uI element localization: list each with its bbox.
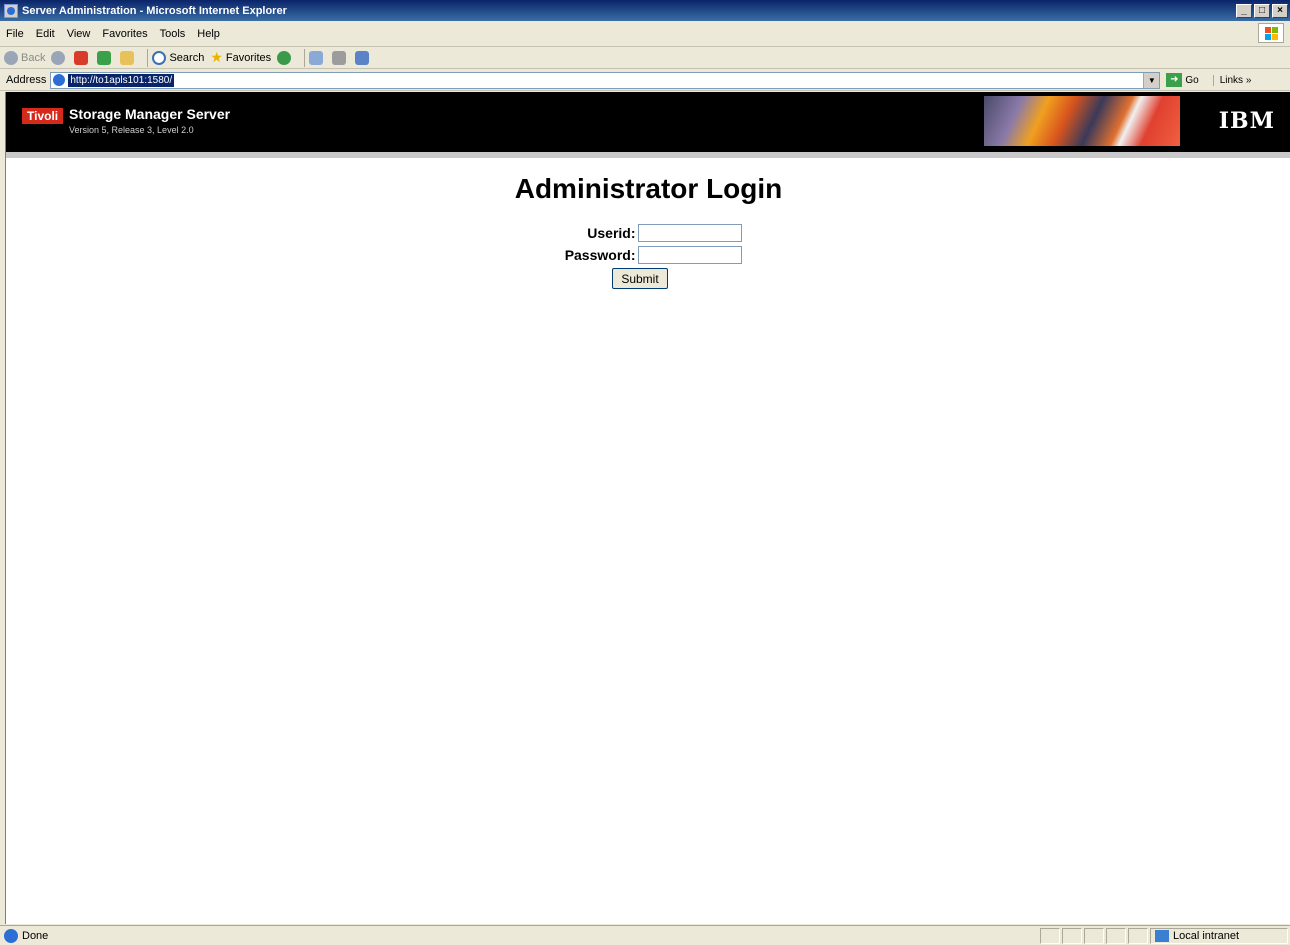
status-pane xyxy=(1128,927,1148,944)
search-icon xyxy=(152,50,167,65)
password-input[interactable] xyxy=(637,246,742,264)
refresh-icon xyxy=(97,50,112,65)
search-label: Search xyxy=(169,51,205,64)
print-icon xyxy=(332,50,347,65)
menu-help[interactable]: Help xyxy=(191,28,226,40)
toolbar-divider xyxy=(147,48,149,67)
page-title: Administrator Login xyxy=(514,173,783,204)
history-icon xyxy=(277,50,292,65)
home-icon xyxy=(120,50,135,65)
forward-arrow-icon xyxy=(51,50,66,65)
mail-button[interactable] xyxy=(309,50,326,65)
status-pane xyxy=(1084,927,1104,944)
userid-row: Userid: xyxy=(6,224,1290,242)
go-label: Go xyxy=(1185,74,1199,86)
maximize-button[interactable]: □ xyxy=(1254,3,1270,18)
print-button[interactable] xyxy=(332,50,349,65)
menu-file[interactable]: File xyxy=(0,28,30,40)
favorites-button[interactable]: ★ Favorites xyxy=(210,49,271,66)
status-pane xyxy=(1062,927,1082,944)
password-row: Password: xyxy=(6,246,1290,264)
mail-icon xyxy=(309,50,324,65)
history-button[interactable] xyxy=(277,50,294,65)
ibm-logo: IBM xyxy=(1218,108,1275,134)
refresh-button[interactable] xyxy=(97,50,114,65)
menu-tools[interactable]: Tools xyxy=(154,28,192,40)
minimize-button[interactable]: _ xyxy=(1236,3,1252,18)
security-zone[interactable]: Local intranet xyxy=(1150,927,1288,944)
home-button[interactable] xyxy=(120,50,137,65)
zone-label: Local intranet xyxy=(1173,929,1240,942)
go-arrow-icon: ➜ xyxy=(1166,73,1183,87)
submit-button[interactable]: Submit xyxy=(612,268,668,289)
address-bar: Address http://to1apls101:1580/ ▼ ➜ Go L… xyxy=(0,70,1290,91)
stop-button[interactable] xyxy=(74,50,91,65)
menu-bar: File Edit View Favorites Tools Help xyxy=(0,21,1290,47)
page-icon xyxy=(53,74,66,86)
back-label: Back xyxy=(21,51,46,64)
address-dropdown-icon[interactable]: ▼ xyxy=(1143,72,1160,88)
forward-button[interactable] xyxy=(51,50,68,65)
edit-button[interactable] xyxy=(355,50,372,65)
back-button[interactable]: Back xyxy=(4,50,46,65)
intranet-icon xyxy=(1155,929,1169,942)
go-button[interactable]: ➜ Go xyxy=(1166,73,1199,87)
back-arrow-icon xyxy=(4,50,18,65)
status-pane xyxy=(1040,927,1060,944)
address-input[interactable]: http://to1apls101:1580/ ▼ xyxy=(50,71,1161,89)
address-url[interactable]: http://to1apls101:1580/ xyxy=(68,73,175,87)
favorites-label: Favorites xyxy=(225,51,272,64)
menu-favorites[interactable]: Favorites xyxy=(96,28,153,40)
edit-icon xyxy=(355,50,370,65)
stop-icon xyxy=(74,50,89,65)
star-icon: ★ xyxy=(210,49,223,65)
userid-input[interactable] xyxy=(637,224,742,242)
menu-edit[interactable]: Edit xyxy=(30,28,61,40)
page-content: Tivoli Storage Manager Server Version 5,… xyxy=(5,92,1290,924)
banner-divider xyxy=(6,152,1290,158)
toolbar: Back Search ★ Favorites xyxy=(0,47,1290,69)
userid-label: Userid: xyxy=(587,225,636,241)
links-button[interactable]: Links » xyxy=(1212,74,1251,86)
status-text: Done xyxy=(22,929,49,942)
close-button[interactable]: × xyxy=(1272,3,1288,18)
product-name: Storage Manager Server xyxy=(69,106,231,122)
ie-icon xyxy=(4,3,18,18)
banner-image xyxy=(984,96,1180,146)
links-label: Links xyxy=(1219,74,1244,86)
window-title: Server Administration - Microsoft Intern… xyxy=(22,4,287,17)
search-button[interactable]: Search xyxy=(152,50,205,65)
status-pane xyxy=(1106,927,1126,944)
password-label: Password: xyxy=(564,247,636,263)
header-banner: Tivoli Storage Manager Server Version 5,… xyxy=(6,92,1290,152)
menu-view[interactable]: View xyxy=(61,28,97,40)
status-bar: Done Local intranet xyxy=(0,925,1290,945)
windows-logo-icon xyxy=(1258,23,1284,43)
tivoli-logo: Tivoli xyxy=(22,108,64,124)
toolbar-divider xyxy=(304,48,306,67)
page-done-icon xyxy=(4,928,18,943)
product-version: Version 5, Release 3, Level 2.0 xyxy=(69,125,194,135)
address-label: Address xyxy=(6,74,47,86)
window-titlebar: Server Administration - Microsoft Intern… xyxy=(0,0,1290,21)
